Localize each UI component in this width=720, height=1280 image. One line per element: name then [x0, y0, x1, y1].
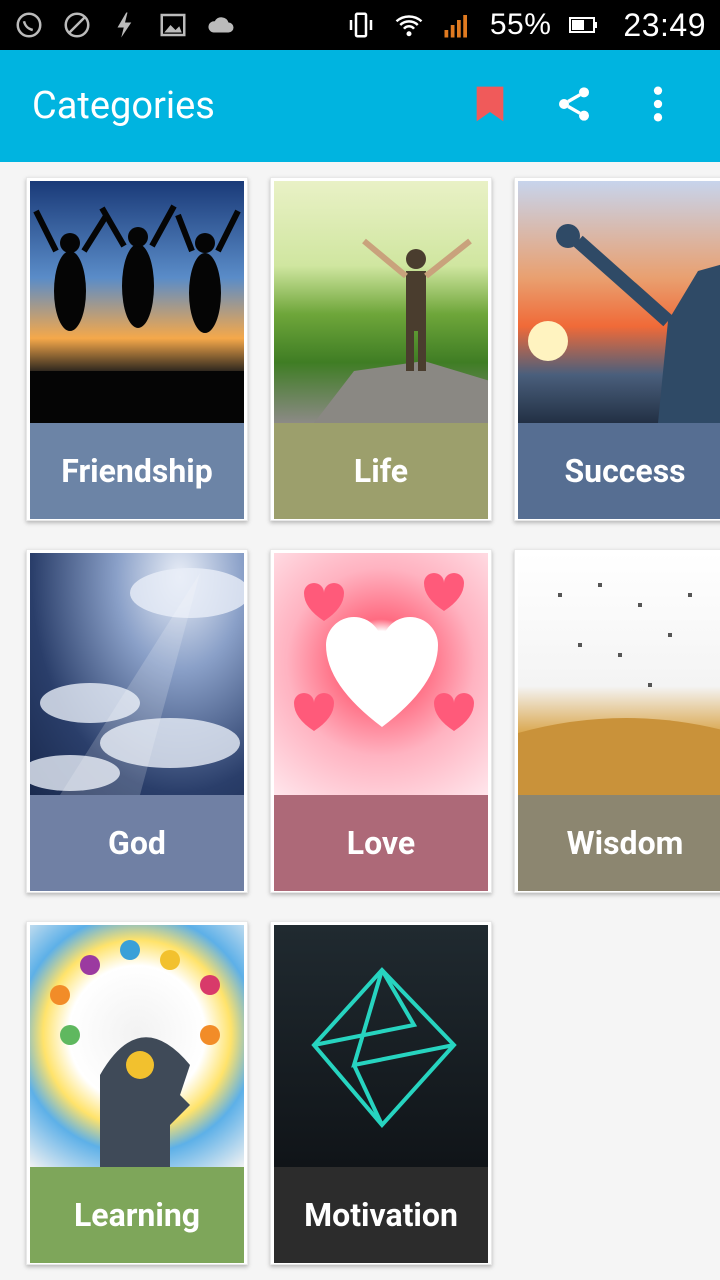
bookmark-icon	[474, 84, 506, 128]
status-right: 55% 23:49	[346, 7, 706, 44]
signal-icon	[442, 10, 472, 40]
category-label: God	[30, 795, 244, 891]
motivation-image	[274, 925, 488, 1167]
category-card-god[interactable]: God	[26, 549, 248, 893]
category-label: Life	[274, 423, 488, 519]
category-label: Motivation	[274, 1167, 488, 1263]
category-card-motivation[interactable]: Motivation	[270, 921, 492, 1265]
love-image	[274, 553, 488, 795]
status-bar: 55% 23:49	[0, 0, 720, 50]
more-options-button[interactable]	[628, 76, 688, 136]
clock: 23:49	[623, 6, 706, 43]
learning-image	[30, 925, 244, 1167]
page-title: Categories	[32, 84, 215, 128]
category-card-friendship[interactable]: Friendship	[26, 177, 248, 521]
flash-icon	[110, 10, 140, 40]
category-grid: Friendship Life Success God Love Wisdom …	[0, 162, 720, 1280]
vibrate-icon	[346, 10, 376, 40]
category-card-learning[interactable]: Learning	[26, 921, 248, 1265]
category-label: Wisdom	[518, 795, 720, 891]
wifi-icon	[394, 10, 424, 40]
status-left	[14, 10, 236, 40]
cloud-icon	[206, 10, 236, 40]
battery-icon	[569, 10, 599, 40]
whatsapp-icon	[14, 10, 44, 40]
blocked-icon	[62, 10, 92, 40]
category-card-life[interactable]: Life	[270, 177, 492, 521]
life-image	[274, 181, 488, 423]
bookmark-button[interactable]	[460, 76, 520, 136]
god-image	[30, 553, 244, 795]
category-label: Learning	[30, 1167, 244, 1263]
share-icon	[554, 84, 594, 128]
image-icon	[158, 10, 188, 40]
category-label: Friendship	[30, 423, 244, 519]
category-card-success[interactable]: Success	[514, 177, 720, 521]
share-button[interactable]	[544, 76, 604, 136]
success-image	[518, 181, 720, 423]
category-label: Love	[274, 795, 488, 891]
wisdom-image	[518, 553, 720, 795]
category-card-love[interactable]: Love	[270, 549, 492, 893]
battery-percent: 55%	[489, 8, 552, 41]
more-vert-icon	[652, 84, 664, 128]
category-label: Success	[518, 423, 720, 519]
friendship-image	[30, 181, 244, 423]
app-bar: Categories	[0, 50, 720, 162]
category-card-wisdom[interactable]: Wisdom	[514, 549, 720, 893]
